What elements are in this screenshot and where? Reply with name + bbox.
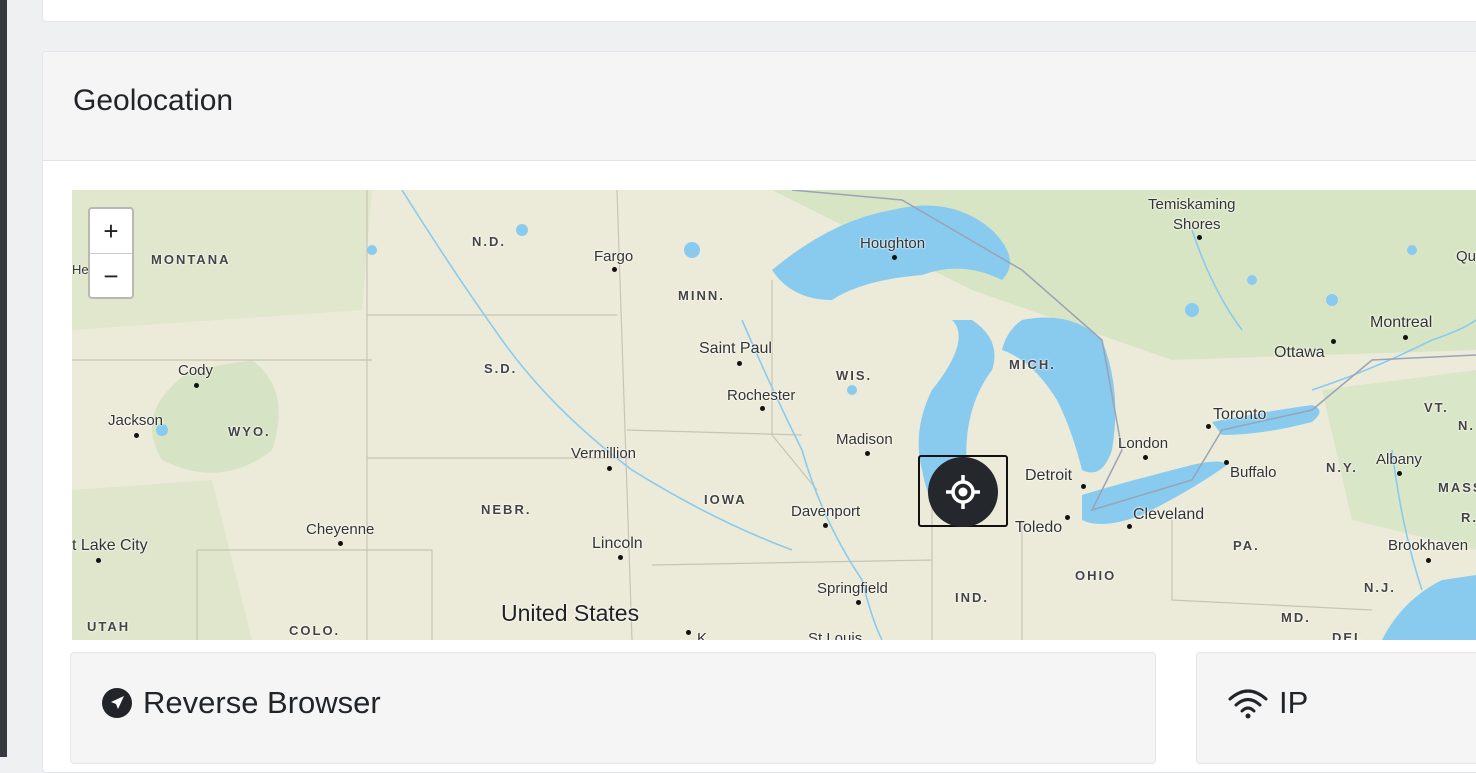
map-label-fargo: Fargo <box>594 248 634 265</box>
locate-button[interactable] <box>928 457 998 527</box>
map-label-jackson: Jackson <box>108 412 164 429</box>
city-dot <box>1397 471 1402 476</box>
city-dot <box>607 466 612 471</box>
crosshair-icon <box>946 475 980 509</box>
map-label-detroit: Detroit <box>1025 467 1073 484</box>
map-label-qu: Qu <box>1456 248 1476 265</box>
map-label-mass: MASS <box>1438 480 1476 495</box>
map-label-n: N. <box>1458 418 1475 433</box>
map-label-springfield: Springfield <box>817 580 888 597</box>
ip-card: IP <box>1196 652 1476 764</box>
reverse-browser-card: Reverse Browser <box>70 652 1156 764</box>
zoom-control: + − <box>88 207 134 299</box>
map-label-rochester: Rochester <box>727 387 796 404</box>
map-label-albany: Albany <box>1376 451 1422 468</box>
map-label-del: DEL <box>1332 630 1364 640</box>
map-label-temiskaming: Temiskaming <box>1148 196 1236 213</box>
city-dot <box>1065 515 1070 520</box>
map-label-k: K <box>697 630 708 640</box>
city-dot <box>737 361 742 366</box>
geolocation-card-header: Geolocation <box>43 52 1476 161</box>
city-dot <box>1426 558 1431 563</box>
map-label-nebr: NEBR. <box>481 502 532 517</box>
map-label-ind: IND. <box>955 590 989 605</box>
city-dot <box>1143 455 1148 460</box>
map-label-toledo: Toledo <box>1015 519 1063 536</box>
map-view[interactable]: MONTANA He N.D. Fargo MINN. Houghton Tem… <box>72 190 1476 640</box>
map-label-cheyenne: Cheyenne <box>306 521 375 538</box>
city-dot <box>134 433 139 438</box>
city-dot <box>194 383 199 388</box>
zoom-in-button[interactable]: + <box>90 209 132 254</box>
map-label-brookhaven: Brookhaven <box>1388 537 1469 554</box>
ip-header: IP <box>1227 685 1308 721</box>
city-dot <box>856 600 861 605</box>
map-label-r: R. <box>1461 510 1476 525</box>
map-label-pa: PA. <box>1233 538 1260 553</box>
map-label-sd: S.D. <box>484 361 518 376</box>
map-label-ohio: OHIO <box>1075 568 1117 583</box>
map-label-montreal: Montreal <box>1370 314 1433 331</box>
city-dot <box>686 630 691 635</box>
map-label-lincoln: Lincoln <box>592 535 643 552</box>
map-label-ny: N.Y. <box>1326 460 1358 475</box>
card-title: Geolocation <box>73 84 234 117</box>
map-label-buffalo: Buffalo <box>1230 464 1277 481</box>
city-dot <box>1403 335 1408 340</box>
map-label-he: He <box>72 262 89 277</box>
map-label-colo: COLO. <box>289 623 341 638</box>
map-label-vt: VT. <box>1424 400 1449 415</box>
map-label-shores: Shores <box>1173 216 1221 233</box>
map-label-cody: Cody <box>178 362 214 379</box>
left-sidebar-edge <box>0 0 7 757</box>
map-label-madison: Madison <box>836 431 893 448</box>
map-label-houghton: Houghton <box>860 235 926 252</box>
map-label-wyo: WYO. <box>228 424 271 439</box>
map-label-st-louis: St Louis <box>808 630 863 640</box>
city-dot <box>612 267 617 272</box>
map-label-toronto: Toronto <box>1213 406 1267 423</box>
map-label-minn: MINN. <box>678 288 725 303</box>
map-label-mich: MICH. <box>1009 357 1056 372</box>
map-label-montana: MONTANA <box>151 252 231 267</box>
city-dot <box>1081 484 1086 489</box>
map-label-united-states: United States <box>501 600 640 626</box>
ip-title: IP <box>1279 685 1309 720</box>
map-label-nj: N.J. <box>1364 580 1396 595</box>
map-label-cleveland: Cleveland <box>1133 506 1205 523</box>
reverse-browser-title: Reverse Browser <box>143 685 381 720</box>
city-dot <box>618 555 623 560</box>
city-dot <box>338 541 343 546</box>
map-label-london: London <box>1118 435 1169 452</box>
city-dot <box>1224 460 1229 465</box>
map-label-md: MD. <box>1281 610 1311 625</box>
wifi-icon <box>1228 689 1268 719</box>
city-dot <box>865 451 870 456</box>
city-dot <box>1331 339 1336 344</box>
map-label-saint-paul: Saint Paul <box>699 340 772 357</box>
city-dot <box>823 523 828 528</box>
city-dot <box>760 406 765 411</box>
map-label-lake-city: t Lake City <box>72 537 148 554</box>
map-label-nd: N.D. <box>472 234 506 249</box>
map-label-ottawa: Ottawa <box>1274 344 1325 361</box>
previous-card <box>42 0 1476 22</box>
city-dot <box>96 558 101 563</box>
location-arrow-icon <box>102 688 132 718</box>
city-dot <box>1127 524 1132 529</box>
city-dot <box>1206 424 1211 429</box>
map-label-utah: UTAH <box>87 619 131 634</box>
map-label-davenport: Davenport <box>791 503 861 520</box>
map-label-vermillion: Vermillion <box>571 445 637 462</box>
zoom-out-button[interactable]: − <box>90 254 132 298</box>
reverse-browser-header: Reverse Browser <box>101 685 381 721</box>
city-dot <box>1197 235 1202 240</box>
map-label-wis: WIS. <box>836 368 873 383</box>
city-dot <box>892 255 897 260</box>
map-label-iowa: IOWA <box>704 492 747 507</box>
